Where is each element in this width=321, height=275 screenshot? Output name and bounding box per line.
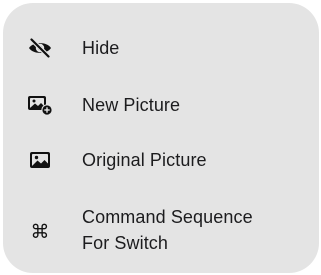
menu-item-label: Hide — [82, 38, 120, 58]
menu-item-original-picture[interactable]: Original Picture — [3, 145, 319, 175]
menu-item-label-line1: Command Sequence — [82, 207, 253, 227]
menu-item-label: Original Picture — [82, 150, 207, 170]
command-key-icon: ⌘ — [30, 220, 50, 243]
photo-icon — [27, 147, 53, 173]
menu-item-hide[interactable]: Hide — [3, 33, 319, 63]
menu-item-label: New Picture — [82, 95, 181, 115]
menu-item-new-picture[interactable]: New Picture — [3, 90, 319, 120]
menu-item-command-sequence[interactable]: ⌘ Command Sequence For Switch — [3, 203, 319, 259]
photo-badge-plus-icon — [27, 92, 53, 118]
eye-slash-icon — [27, 35, 53, 61]
context-menu: Hide New Picture Original Picture ⌘ Comm… — [3, 3, 319, 273]
menu-item-label-line2: For Switch — [82, 233, 169, 253]
